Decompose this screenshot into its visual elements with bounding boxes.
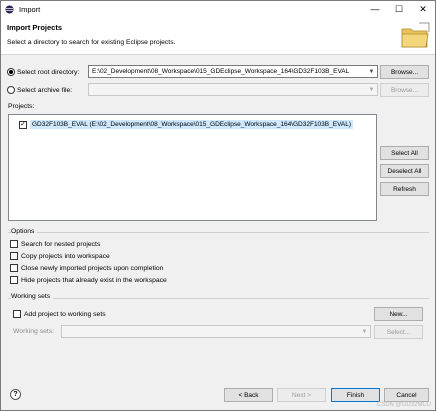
option-copy[interactable]: Copy projects into workspace	[10, 252, 110, 260]
eclipse-app-icon	[5, 4, 14, 14]
close-button[interactable]: ✕	[411, 1, 435, 17]
page-title: Import Projects	[7, 23, 63, 32]
nested-label: Search for nested projects	[21, 240, 101, 248]
archive-label: Select archive file:	[17, 86, 73, 94]
chevron-down-icon[interactable]: ▼	[359, 326, 370, 337]
root-dir-label: Select root directory:	[17, 68, 80, 76]
archive-combo[interactable]: ▼	[88, 83, 378, 96]
window-controls: — ☐ ✕	[363, 1, 435, 17]
title-bar: Import — ☐ ✕	[1, 1, 435, 17]
window-title: Import	[19, 4, 41, 14]
chevron-down-icon[interactable]: ▼	[366, 84, 377, 95]
archive-radio[interactable]	[7, 86, 15, 94]
options-group	[8, 232, 429, 233]
browse-root-button[interactable]: Browse...	[380, 65, 429, 79]
close-checkbox[interactable]	[10, 264, 18, 272]
root-dir-combo[interactable]: E:\02_Development\08_Workspace\015_GDEcl…	[88, 65, 378, 78]
working-sets-label: Working sets:	[13, 328, 55, 335]
root-dir-option[interactable]: Select root directory:	[7, 68, 79, 76]
options-title: Options	[11, 228, 38, 235]
root-dir-value: E:\02_Development\08_Workspace\015_GDEcl…	[92, 68, 350, 75]
add-working-set-checkbox[interactable]	[13, 310, 21, 318]
watermark: CSDN @GD32MCU	[376, 402, 431, 408]
copy-checkbox[interactable]	[10, 252, 18, 260]
hide-label: Hide projects that already exist in the …	[21, 276, 167, 284]
chevron-down-icon[interactable]: ▼	[366, 66, 377, 77]
close-label: Close newly imported projects upon compl…	[21, 264, 164, 272]
minimize-button[interactable]: —	[363, 1, 387, 17]
folder-icon	[401, 22, 430, 48]
maximize-button[interactable]: ☐	[387, 1, 411, 17]
list-item[interactable]: ✓ GD32F103B_EVAL (E:\02_Development\08_W…	[19, 120, 354, 129]
back-button[interactable]: < Back	[224, 388, 273, 402]
page-description: Select a directory to search for existin…	[7, 39, 176, 46]
browse-archive-button[interactable]: Browse...	[380, 83, 429, 97]
option-close[interactable]: Close newly imported projects upon compl…	[10, 264, 163, 272]
working-sets-title: Working sets	[11, 293, 54, 300]
option-nested[interactable]: Search for nested projects	[10, 240, 100, 248]
copy-label: Copy projects into workspace	[21, 252, 110, 260]
next-button[interactable]: Next >	[277, 388, 326, 402]
archive-option[interactable]: Select archive file:	[7, 86, 72, 94]
finish-button[interactable]: Finish	[331, 388, 380, 402]
refresh-button[interactable]: Refresh	[380, 182, 429, 196]
nested-checkbox[interactable]	[10, 240, 18, 248]
add-to-working-sets[interactable]: Add project to working sets	[13, 310, 106, 318]
import-dialog: Import — ☐ ✕ Import Projects Select a di…	[0, 0, 436, 411]
hide-checkbox[interactable]	[10, 276, 18, 284]
help-icon[interactable]: ?	[10, 389, 21, 400]
project-name: GD32F103B_EVAL (E:\02_Development\08_Wor…	[30, 120, 354, 129]
cancel-button[interactable]: Cancel	[384, 388, 429, 402]
add-working-set-label: Add project to working sets	[24, 310, 106, 318]
option-hide[interactable]: Hide projects that already exist in the …	[10, 276, 167, 284]
wizard-banner: Import Projects Select a directory to se…	[1, 17, 435, 55]
select-all-button[interactable]: Select All	[380, 146, 429, 160]
working-sets-combo[interactable]: ▼	[61, 325, 371, 338]
working-sets-group	[8, 298, 429, 299]
root-dir-radio[interactable]	[7, 68, 15, 76]
select-working-set-button[interactable]: Select...	[374, 325, 423, 339]
projects-label: Projects:	[8, 103, 35, 110]
project-checkbox[interactable]: ✓	[19, 120, 27, 129]
projects-list[interactable]: ✓ GD32F103B_EVAL (E:\02_Development\08_W…	[8, 114, 377, 221]
new-working-set-button[interactable]: New...	[374, 307, 423, 321]
deselect-all-button[interactable]: Deselect All	[380, 164, 429, 178]
